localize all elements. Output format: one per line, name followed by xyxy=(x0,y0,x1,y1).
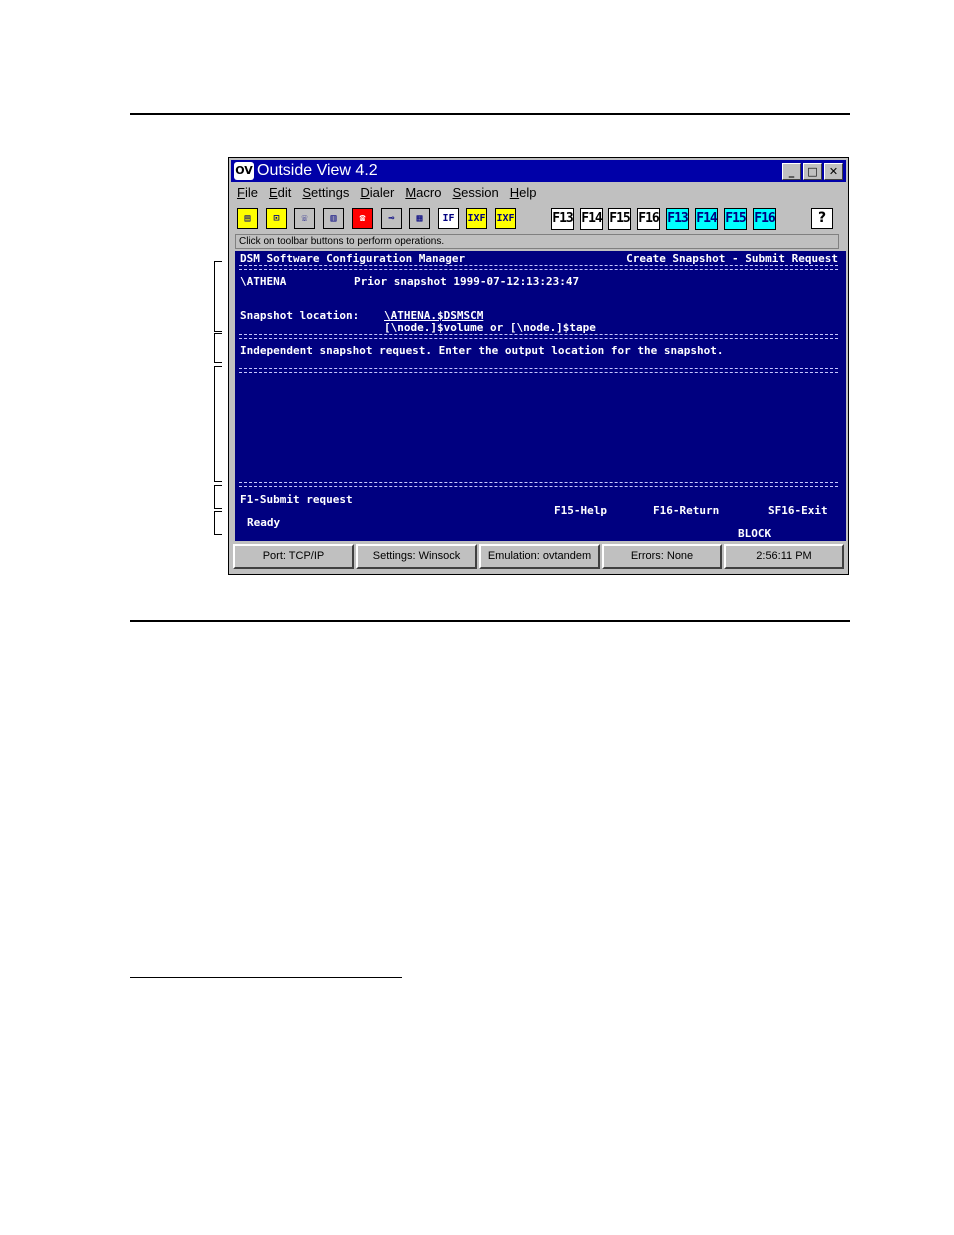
screen-message: Independent snapshot request. Enter the … xyxy=(240,344,724,357)
toolbar: ▤ ⊡ ☏ ▥ ☎ ⊸ ▦ IF IXF IXF F13 F14 F15 F16… xyxy=(235,206,841,232)
window-controls: _ □ ✕ xyxy=(780,163,843,180)
status-errors[interactable]: Errors: None xyxy=(602,544,722,569)
status-emulation[interactable]: Emulation: ovtandem xyxy=(479,544,600,569)
callout-bracket-body xyxy=(214,366,222,482)
bottom-rule xyxy=(130,620,850,622)
file-transfer-icon[interactable]: IF xyxy=(438,208,459,229)
callout-bracket-message xyxy=(214,333,222,363)
fkey-f15-button[interactable]: F15 xyxy=(608,208,631,230)
menu-edit[interactable]: Edit xyxy=(269,185,291,200)
separator-line xyxy=(239,482,838,487)
ixf-icon[interactable]: IXF xyxy=(466,208,487,229)
open-icon[interactable]: ⊡ xyxy=(266,208,287,229)
separator-line xyxy=(239,334,838,339)
snapshot-location-label: Snapshot location: xyxy=(240,309,360,322)
menu-session[interactable]: Session xyxy=(452,185,498,200)
separator-line xyxy=(239,265,838,270)
screen-app-title: DSM Software Configuration Manager xyxy=(240,252,466,265)
status-settings[interactable]: Settings: Winsock xyxy=(356,544,477,569)
connect-icon[interactable]: ⊸ xyxy=(381,208,402,229)
phonebook-icon[interactable]: ▥ xyxy=(323,208,344,229)
screen-page-title: Create Snapshot - Submit Request xyxy=(626,252,838,265)
callout-bracket-header xyxy=(214,261,222,332)
status-bar: Port: TCP/IP Settings: Winsock Emulation… xyxy=(233,544,845,570)
print-icon[interactable]: ▤ xyxy=(237,208,258,229)
phone-handset-icon[interactable]: ☏ xyxy=(294,208,315,229)
menu-settings[interactable]: Settings xyxy=(302,185,349,200)
toolbar-hint: Click on toolbar buttons to perform oper… xyxy=(235,234,839,249)
screen-mode-indicator: BLOCK xyxy=(738,527,772,540)
screen-status-message: Ready xyxy=(247,516,281,529)
app-icon[interactable]: OV xyxy=(234,162,254,180)
keypad-icon[interactable]: ▦ xyxy=(409,208,430,229)
fkey-f16-button[interactable]: F16 xyxy=(637,208,660,230)
document-page: OV Outside View 4.2 _ □ ✕ File Edit Sett… xyxy=(0,0,954,1235)
fkey-f14-button[interactable]: F14 xyxy=(580,208,603,230)
top-rule xyxy=(130,113,850,115)
title-bar[interactable]: OV Outside View 4.2 _ □ ✕ xyxy=(231,160,846,182)
footnote-rule xyxy=(130,977,402,978)
close-button[interactable]: ✕ xyxy=(824,163,843,180)
menu-bar: File Edit Settings Dialer Macro Session … xyxy=(237,185,547,203)
callout-bracket-fkeys xyxy=(214,485,222,509)
outside-view-window: OV Outside View 4.2 _ □ ✕ File Edit Sett… xyxy=(228,157,849,575)
help-button[interactable]: ? xyxy=(811,208,833,229)
screen-fkey-sf16: SF16-Exit xyxy=(768,504,828,517)
menu-dialer[interactable]: Dialer xyxy=(360,185,394,200)
screen-fkey-f1: F1-Submit request xyxy=(240,493,353,506)
window-title: Outside View 4.2 xyxy=(257,162,378,179)
menu-macro[interactable]: Macro xyxy=(405,185,441,200)
shift-fkey-f16-button[interactable]: F16 xyxy=(753,208,776,230)
shift-fkey-f14-button[interactable]: F14 xyxy=(695,208,718,230)
callout-bracket-status xyxy=(214,511,222,535)
maximize-button[interactable]: □ xyxy=(803,163,822,180)
shift-fkey-f15-button[interactable]: F15 xyxy=(724,208,747,230)
telephone-icon[interactable]: ☎ xyxy=(352,208,373,229)
terminal-screen[interactable]: DSM Software Configuration Manager Creat… xyxy=(235,251,846,541)
fkey-f13-button[interactable]: F13 xyxy=(551,208,574,230)
screen-node-name: \ATHENA xyxy=(240,275,287,288)
screen-fkey-f15: F15-Help xyxy=(554,504,607,517)
snapshot-location-hint: [\node.]$volume or [\node.]$tape xyxy=(384,321,596,334)
shift-fkey-f13-button[interactable]: F13 xyxy=(666,208,689,230)
menu-help[interactable]: Help xyxy=(510,185,537,200)
screen-prior-snapshot: Prior snapshot 1999-07-12:13:23:47 xyxy=(354,275,580,288)
minimize-button[interactable]: _ xyxy=(782,163,801,180)
status-port[interactable]: Port: TCP/IP xyxy=(233,544,354,569)
status-time: 2:56:11 PM xyxy=(724,544,844,569)
screen-fkey-f16: F16-Return xyxy=(653,504,720,517)
ixf-receive-icon[interactable]: IXF xyxy=(495,208,516,229)
separator-line xyxy=(239,368,838,373)
menu-file[interactable]: File xyxy=(237,185,258,200)
